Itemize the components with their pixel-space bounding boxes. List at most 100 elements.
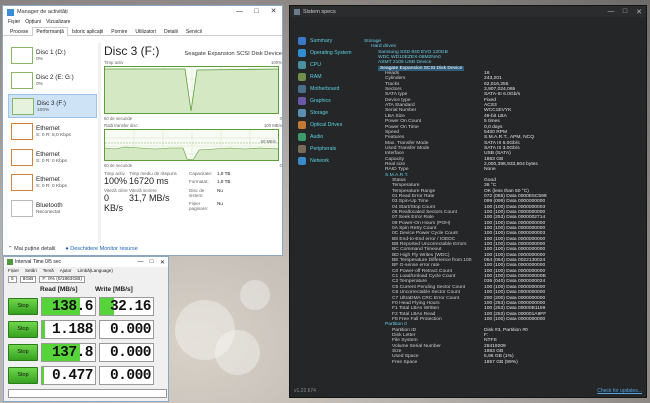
sidebar-item-sub: S: 0 R: 0 Kbps bbox=[36, 184, 67, 189]
chevron-up-icon: ⌃ bbox=[8, 246, 13, 252]
nav-item-cpu[interactable]: CPU bbox=[298, 59, 358, 71]
nav-item-summary[interactable]: Summary bbox=[298, 35, 358, 47]
read-value: 137.8 bbox=[51, 344, 94, 361]
write-value: 0.000 bbox=[109, 367, 152, 384]
stop-button[interactable]: Stop bbox=[8, 320, 38, 338]
menu-settings[interactable]: Setări bbox=[25, 267, 37, 274]
disk-sparkline bbox=[11, 46, 33, 64]
sidebar-item-ethernet-3[interactable]: Ethernet S: 0 R: 0 Kbps bbox=[8, 171, 97, 195]
sidebar-item-ethernet-2[interactable]: Ethernet S: 0 R: 0 Kbps bbox=[8, 145, 97, 169]
system-info-footer: v1.22.674 Check for updates... bbox=[294, 388, 642, 394]
nav-item-motherboard[interactable]: Motherboard bbox=[298, 83, 358, 95]
menu-file[interactable]: Fișier bbox=[8, 18, 20, 27]
write-meter: 0.000 bbox=[99, 319, 154, 339]
write-meter: 0.000 bbox=[99, 342, 154, 362]
nav-item-storage[interactable]: Storage bbox=[298, 107, 358, 119]
sidebar-item-sub: 0% bbox=[36, 82, 43, 87]
sidebar-item-disk-1[interactable]: Disc 1 (D:) 0% bbox=[8, 43, 97, 67]
task-manager-footer: ⌃ Mai puține detalii ● Deschidere Monito… bbox=[8, 246, 138, 252]
sidebar-item-label: Bluetooth bbox=[36, 201, 63, 209]
tab-services[interactable]: Servicii bbox=[182, 27, 206, 35]
category-icon bbox=[298, 121, 306, 129]
graph2-max: 100 MB/s bbox=[263, 123, 282, 128]
formatted-label: Formatat: bbox=[189, 179, 209, 185]
minimize-icon[interactable]: — bbox=[604, 8, 618, 16]
sidebar-item-ethernet-1[interactable]: Ethernet S: 0 R: 8,0 Kbps bbox=[8, 120, 97, 144]
performance-sidebar: Disc 1 (D:) 0% Disc 2 (E: G:) 0% Disc 3 (F… bbox=[8, 43, 97, 243]
fewer-details-button[interactable]: ⌃ Mai puține detalii bbox=[8, 246, 55, 252]
nav-item-optical-drives[interactable]: Optical Drives bbox=[298, 119, 358, 131]
nav-item-network[interactable]: Network bbox=[298, 155, 358, 167]
tab-details[interactable]: Detalii bbox=[160, 27, 182, 35]
sidebar-item-disk-2[interactable]: Disc 2 (E: G:) 0% bbox=[8, 69, 97, 93]
tab-startup[interactable]: Pornire bbox=[107, 27, 131, 35]
nav-item-audio[interactable]: Audio bbox=[298, 131, 358, 143]
task-manager-window: Manager de activități — □ ✕ Fișier Opțiu… bbox=[2, 5, 283, 256]
read-header: Read [MB/s] bbox=[40, 286, 78, 293]
nav-item-peripherals[interactable]: Peripherals bbox=[298, 143, 358, 155]
menu-bar: Fișier Setări Temă Ajutor Limbă(Language… bbox=[4, 267, 168, 274]
close-icon[interactable]: ✕ bbox=[632, 8, 646, 16]
close-icon[interactable]: ✕ bbox=[265, 6, 282, 18]
sidebar-scrollbar[interactable] bbox=[98, 43, 101, 243]
menu-theme[interactable]: Temă bbox=[43, 267, 54, 274]
desktop-wallpaper-blossom bbox=[215, 330, 260, 375]
tab-app-history[interactable]: Istoric aplicații bbox=[68, 27, 107, 35]
menu-file[interactable]: Fișier bbox=[8, 267, 19, 274]
tab-performance[interactable]: Performanță bbox=[32, 27, 68, 36]
graph2-mid: 60 MB/s bbox=[260, 139, 276, 144]
read-meter: 1.188 bbox=[41, 319, 96, 339]
nav-item-operating-system[interactable]: Operating System bbox=[298, 47, 358, 59]
maximize-icon[interactable]: □ bbox=[618, 8, 632, 16]
nav-item-ram[interactable]: RAM bbox=[298, 71, 358, 83]
menu-language[interactable]: Limbă(Language) bbox=[78, 267, 113, 274]
benchmark-app-icon bbox=[7, 259, 13, 265]
active-time-value: 100% bbox=[104, 176, 128, 186]
task-manager-app-icon bbox=[7, 8, 14, 16]
desktop-wallpaper-blossom bbox=[240, 280, 270, 310]
interval-time-titlebar[interactable]: Interval Time 0/5 sec — □ ✕ bbox=[4, 257, 168, 267]
maximize-icon[interactable]: □ bbox=[146, 259, 157, 266]
maximize-icon[interactable]: □ bbox=[248, 6, 265, 18]
window-title: Interval Time 0/5 sec bbox=[15, 259, 62, 265]
category-icon bbox=[298, 157, 306, 165]
open-resource-monitor-link[interactable]: ● Deschidere Monitor resurse bbox=[65, 246, 137, 252]
menu-help[interactable]: Ajutor bbox=[60, 267, 72, 274]
benchmark-row: Stop 1.188 0.000 bbox=[4, 318, 168, 340]
read-value: 0.477 bbox=[51, 367, 94, 384]
menu-view[interactable]: Vizualizare bbox=[46, 18, 70, 27]
read-value: 138.6 bbox=[51, 298, 94, 315]
category-icon bbox=[298, 109, 306, 117]
stop-button[interactable]: Stop bbox=[8, 297, 38, 315]
stop-button[interactable]: Stop bbox=[8, 366, 38, 384]
fewer-details-label: Mai puține detalii bbox=[14, 246, 56, 252]
stop-button[interactable]: Stop bbox=[8, 343, 38, 361]
results-header: Read [MB/s] Write [MB/s] bbox=[4, 286, 168, 295]
menu-options[interactable]: Opțiuni bbox=[25, 18, 41, 27]
drive-select[interactable]: F: 0% (0/1863GiB) bbox=[39, 275, 86, 283]
sidebar-item-sub: S: 0 R: 0 Kbps bbox=[36, 158, 67, 164]
graph1-time: 60 de secunde bbox=[104, 116, 133, 121]
minimize-icon[interactable]: — bbox=[135, 259, 146, 266]
nav-item-graphics[interactable]: Graphics bbox=[298, 95, 358, 107]
ethernet-sparkline bbox=[11, 123, 33, 140]
system-info-titlebar[interactable]: Sistem specs — □ ✕ bbox=[290, 6, 646, 17]
minimize-icon[interactable]: — bbox=[231, 6, 248, 18]
check-updates-link[interactable]: Check for updates... bbox=[597, 388, 642, 394]
count-select[interactable]: 5 bbox=[8, 275, 17, 283]
category-icon bbox=[298, 145, 306, 153]
task-manager-titlebar[interactable]: Manager de activități — □ ✕ bbox=[3, 6, 282, 18]
storage-details-tree: Storage Hard drives Samsung SSD 840 EVO 12… bbox=[364, 39, 642, 377]
tab-processes[interactable]: Procese bbox=[6, 27, 32, 35]
sidebar-item-label: Ethernet bbox=[36, 176, 60, 183]
nav-item-label: RAM bbox=[310, 74, 322, 80]
tab-users[interactable]: Utilizatori bbox=[131, 27, 160, 35]
sidebar-item-disk-3[interactable]: Disc 3 (F:) 100% bbox=[8, 94, 97, 118]
nav-item-label: Storage bbox=[310, 110, 329, 116]
disk-title: Disc 3 (F:) bbox=[104, 44, 160, 58]
close-icon[interactable]: ✕ bbox=[157, 259, 168, 266]
system-disk-value: Nu bbox=[217, 187, 223, 193]
size-select[interactable]: 8GiB bbox=[19, 275, 37, 283]
active-time-graph bbox=[104, 66, 279, 114]
sidebar-item-bluetooth[interactable]: Bluetooth Neconectat bbox=[8, 196, 97, 220]
